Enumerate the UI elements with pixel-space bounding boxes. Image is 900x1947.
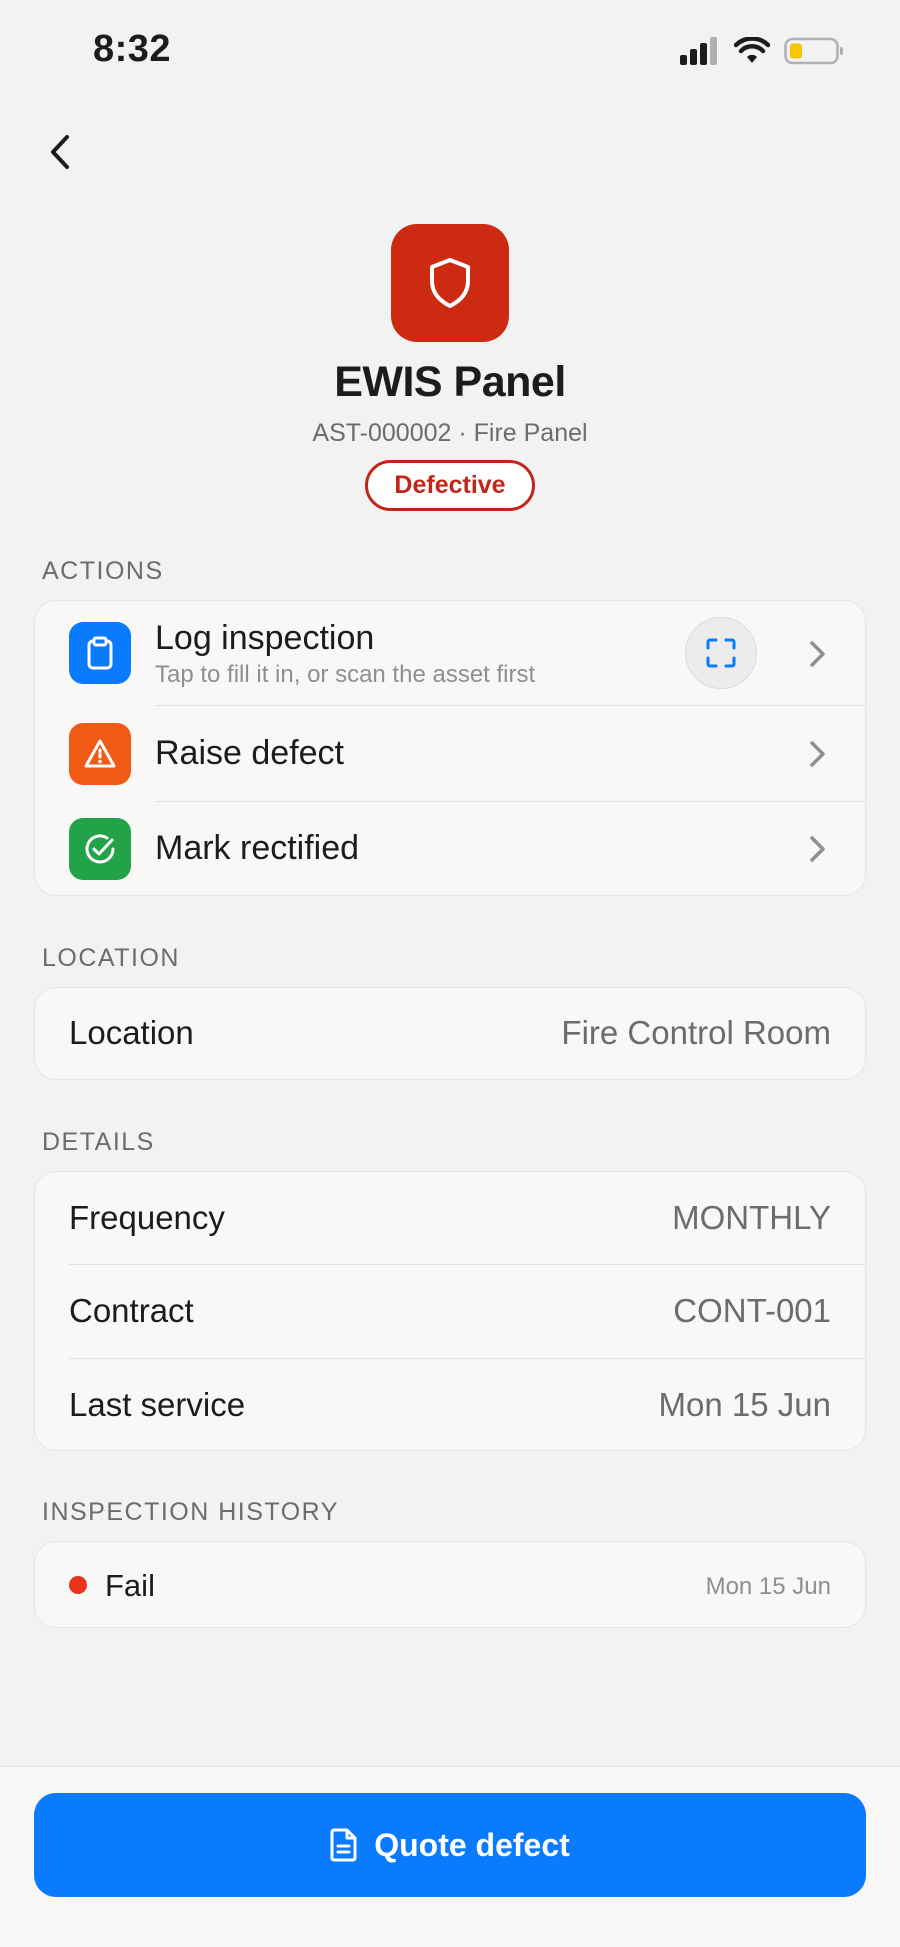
status-time: 8:32 — [93, 28, 172, 70]
section-label-history: INSPECTION HISTORY — [42, 1498, 339, 1526]
back-button[interactable] — [36, 128, 84, 176]
asset-name: EWIS Panel — [334, 358, 566, 406]
action-log-inspection[interactable]: Log inspection Tap to fill it in, or sca… — [35, 601, 865, 706]
detail-value: MONTHLY — [672, 1199, 831, 1236]
action-mark-rectified[interactable]: Mark rectified — [35, 802, 865, 895]
scan-button[interactable] — [685, 617, 757, 689]
result-dot — [69, 1576, 87, 1594]
action-title: Mark rectified — [155, 829, 360, 867]
detail-value: Mon 15 Jun — [658, 1386, 831, 1423]
asset-subtitle: AST-000002 · Fire Panel — [312, 419, 588, 447]
action-subtitle: Tap to fill it in, or scan the asset fir… — [155, 661, 536, 688]
detail-row-frequency: Frequency MONTHLY — [35, 1172, 865, 1265]
asset-header: EWIS Panel AST-000002 · Fire Panel Defec… — [0, 224, 900, 511]
shield-icon — [430, 258, 470, 308]
action-title: Log inspection — [155, 619, 375, 657]
wifi-icon — [734, 37, 770, 63]
location-value: Fire Control Room — [561, 1014, 831, 1051]
detail-label: Last service — [69, 1386, 246, 1423]
warning-icon — [69, 723, 131, 785]
action-raise-defect[interactable]: Raise defect — [35, 706, 865, 802]
document-icon — [330, 1828, 357, 1862]
status-bar: 8:32 — [0, 0, 900, 100]
detail-row-contract: Contract CONT-001 — [35, 1265, 865, 1359]
asset-icon-tile — [391, 224, 509, 342]
detail-value: CONT-001 — [673, 1292, 831, 1329]
status-icons — [680, 34, 844, 68]
chevron-right-icon — [810, 641, 825, 667]
cellular-icon — [680, 37, 717, 65]
detail-label: Contract — [69, 1292, 194, 1329]
actions-card: Log inspection Tap to fill it in, or sca… — [34, 600, 866, 896]
chevron-right-icon — [810, 836, 825, 862]
detail-row-last-service: Last service Mon 15 Jun — [35, 1359, 865, 1450]
history-result: Fail — [105, 1568, 155, 1603]
history-row[interactable]: Fail Mon 15 Jun — [35, 1542, 865, 1627]
location-row: Location Fire Control Room — [35, 988, 865, 1079]
clipboard-icon — [69, 622, 131, 684]
chevron-left-icon — [51, 135, 69, 169]
check-circle-icon — [69, 818, 131, 880]
battery-icon — [784, 37, 843, 65]
quote-defect-button[interactable]: Quote defect — [34, 1793, 866, 1897]
section-label-location: LOCATION — [42, 944, 180, 972]
scan-icon — [706, 638, 736, 668]
details-card: Frequency MONTHLY Contract CONT-001 Last… — [34, 1171, 866, 1451]
bottom-action-bar: Quote defect — [0, 1766, 900, 1947]
status-badge: Defective — [365, 460, 535, 511]
history-card: Fail Mon 15 Jun — [34, 1541, 866, 1628]
action-title: Raise defect — [155, 734, 344, 772]
section-label-actions: ACTIONS — [42, 557, 164, 585]
chevron-right-icon — [810, 741, 825, 767]
section-label-details: DETAILS — [42, 1128, 155, 1156]
quote-defect-label: Quote defect — [374, 1826, 570, 1863]
history-date: Mon 15 Jun — [705, 1573, 831, 1600]
location-label: Location — [69, 1014, 194, 1051]
location-card: Location Fire Control Room — [34, 987, 866, 1080]
detail-label: Frequency — [69, 1199, 225, 1236]
